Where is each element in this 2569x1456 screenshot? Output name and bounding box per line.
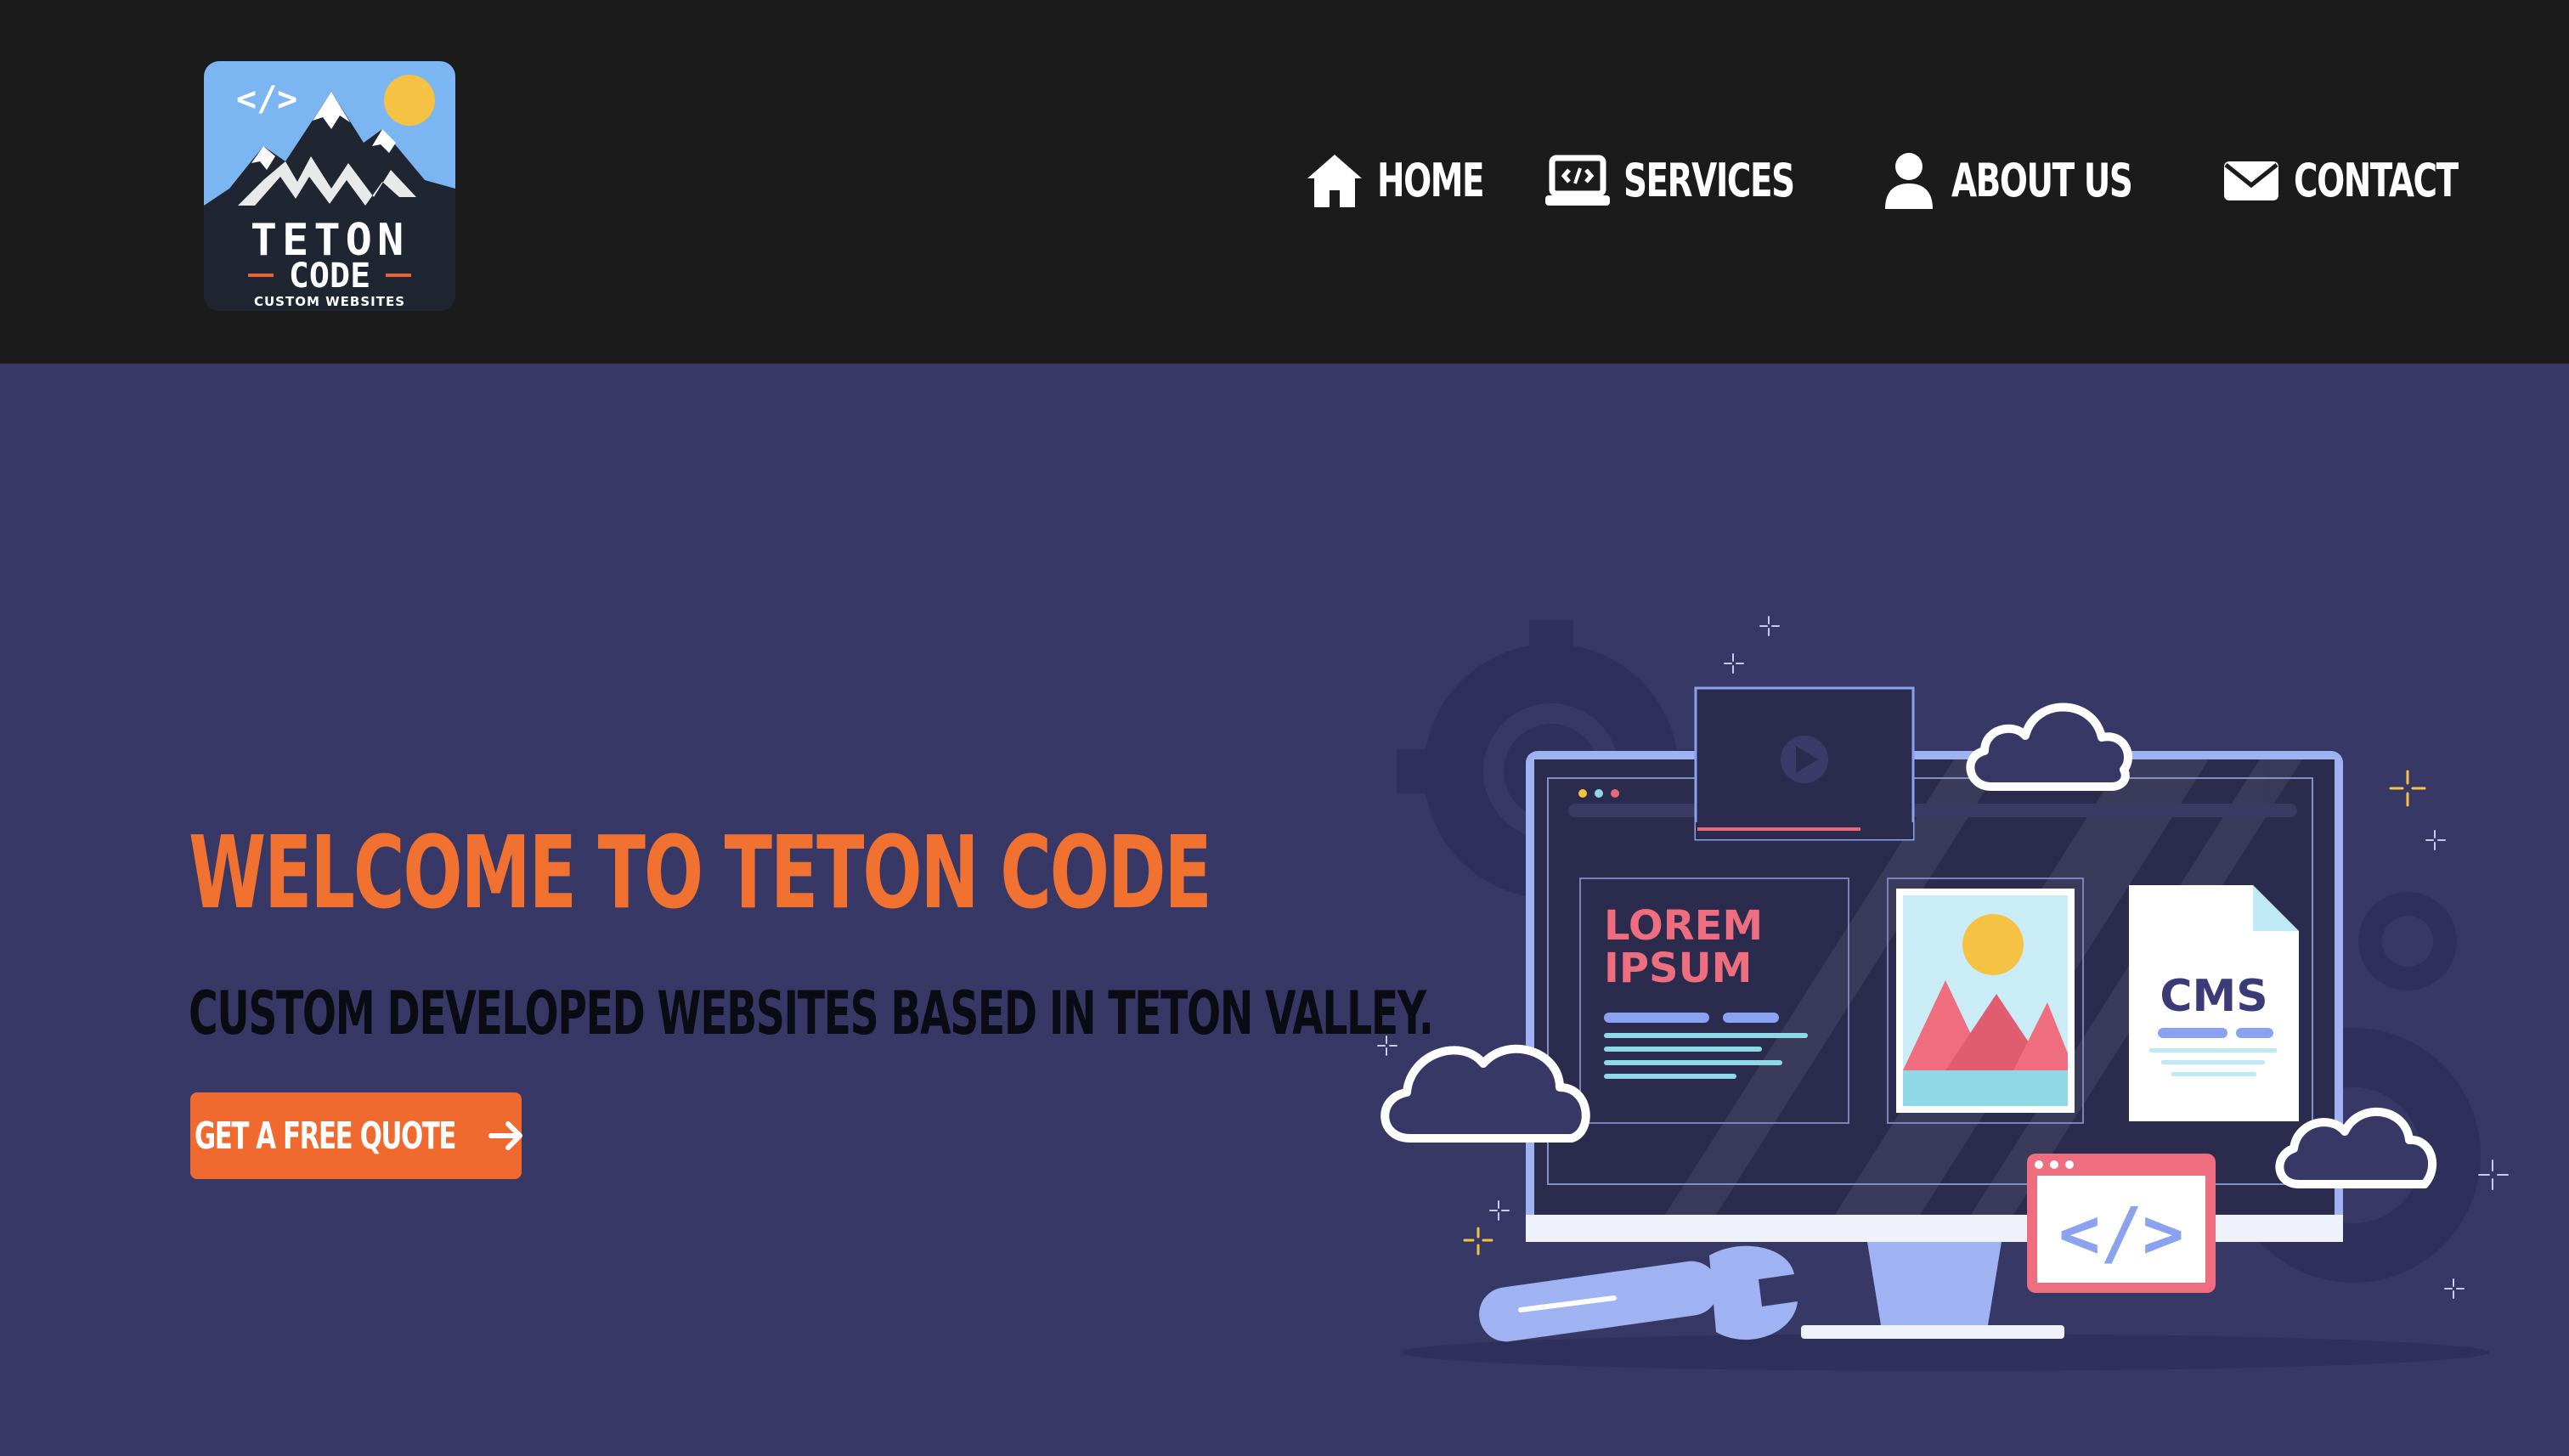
cms-label: CMS [2160,971,2267,1022]
ipsum-text: IPSUM [1604,945,1752,992]
cta-content: GET A FREE QUOTE [185,1115,528,1158]
hero-subtitle: CUSTOM DEVELOPED WEBSITES BASED IN TETON… [189,979,1434,1048]
nav-home[interactable]: HOME [1304,150,1491,211]
cta-label: GET A FREE QUOTE [194,1114,456,1158]
web-development-illustration: LOREM IPSUM CMS </> [1377,616,2509,1371]
nav-about-us[interactable]: ABOUT US [1878,150,2168,211]
arrow-right-icon [488,1121,523,1150]
nav-home-label: HOME [1376,153,1485,207]
monitor-stand [1867,1242,2002,1325]
site-header: </> TETON CODE CUSTOM WEBSITES HOME SERV… [0,0,2569,364]
code-badge-glyph: </> [2058,1194,2184,1274]
nav-contact[interactable]: CONTACT [2221,150,2487,211]
lorem-text: LOREM [1604,902,1763,950]
laptop-code-icon [1544,155,1610,206]
nav-services[interactable]: SERVICES [1544,150,1827,211]
main-nav: HOME SERVICES ABOUT US CONTACT [1304,143,2487,217]
home-icon [1307,155,1362,207]
nav-contact-label: CONTACT [2294,153,2459,207]
nav-services-label: SERVICES [1623,153,1795,207]
logo-tagline: CUSTOM WEBSITES [254,294,405,309]
hero-title: WELCOME TO TETON CODE [189,814,1212,931]
logo-code-glyph: </> [236,80,297,119]
logo-graphic: </> TETON CODE CUSTOM WEBSITES [204,61,455,311]
user-icon [1885,153,1934,209]
envelope-icon [2224,161,2279,200]
wrench-icon [1479,1245,1798,1342]
logo-name-line2: CODE [289,257,370,296]
cloud-icon [1966,703,2132,791]
get-free-quote-button[interactable]: GET A FREE QUOTE [190,1092,523,1179]
nav-about-us-label: ABOUT US [1951,153,2133,207]
site-logo[interactable]: </> TETON CODE CUSTOM WEBSITES [204,61,455,311]
